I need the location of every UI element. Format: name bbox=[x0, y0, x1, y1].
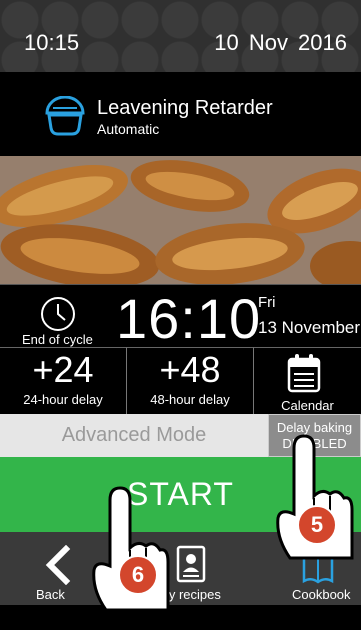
step-five-badge: 5 bbox=[297, 505, 337, 545]
calendar-icon bbox=[287, 354, 321, 393]
current-date: 10 Nov 2016 bbox=[214, 30, 347, 55]
end-of-cycle-label: End of cycle bbox=[22, 332, 93, 347]
program-mode: Automatic bbox=[97, 121, 160, 137]
calendar-label: Calendar bbox=[281, 398, 334, 413]
pointing-hand-icon bbox=[92, 486, 170, 612]
delay-48-button[interactable]: +48 48-hour delay bbox=[127, 347, 254, 414]
croissant-photo bbox=[0, 156, 361, 284]
step-six-badge: 6 bbox=[118, 555, 158, 595]
cookbook-label[interactable]: Cookbook bbox=[292, 587, 351, 602]
program-name: Leavening Retarder bbox=[97, 97, 273, 119]
back-icon[interactable] bbox=[42, 545, 72, 585]
clock-icon bbox=[41, 297, 75, 331]
current-time: 10:15 bbox=[24, 30, 80, 55]
delay-24-button[interactable]: +24 24-hour delay bbox=[0, 347, 127, 414]
my-recipes-icon[interactable] bbox=[176, 545, 206, 583]
back-label[interactable]: Back bbox=[36, 587, 65, 602]
advanced-mode-button[interactable]: Advanced Mode bbox=[0, 414, 268, 457]
delay-24-label: 24-hour delay bbox=[23, 392, 103, 407]
delay-24-value: +24 bbox=[32, 349, 94, 390]
pointing-hand-icon bbox=[276, 434, 354, 560]
end-of-cycle-date: 13 November bbox=[258, 318, 361, 337]
end-of-cycle-time: 16:10 bbox=[116, 287, 262, 350]
end-of-cycle-day: Fri bbox=[258, 294, 276, 311]
leavening-retarder-icon bbox=[45, 96, 85, 136]
delay-48-value: +48 bbox=[159, 349, 221, 390]
delay-48-label: 48-hour delay bbox=[150, 392, 230, 407]
